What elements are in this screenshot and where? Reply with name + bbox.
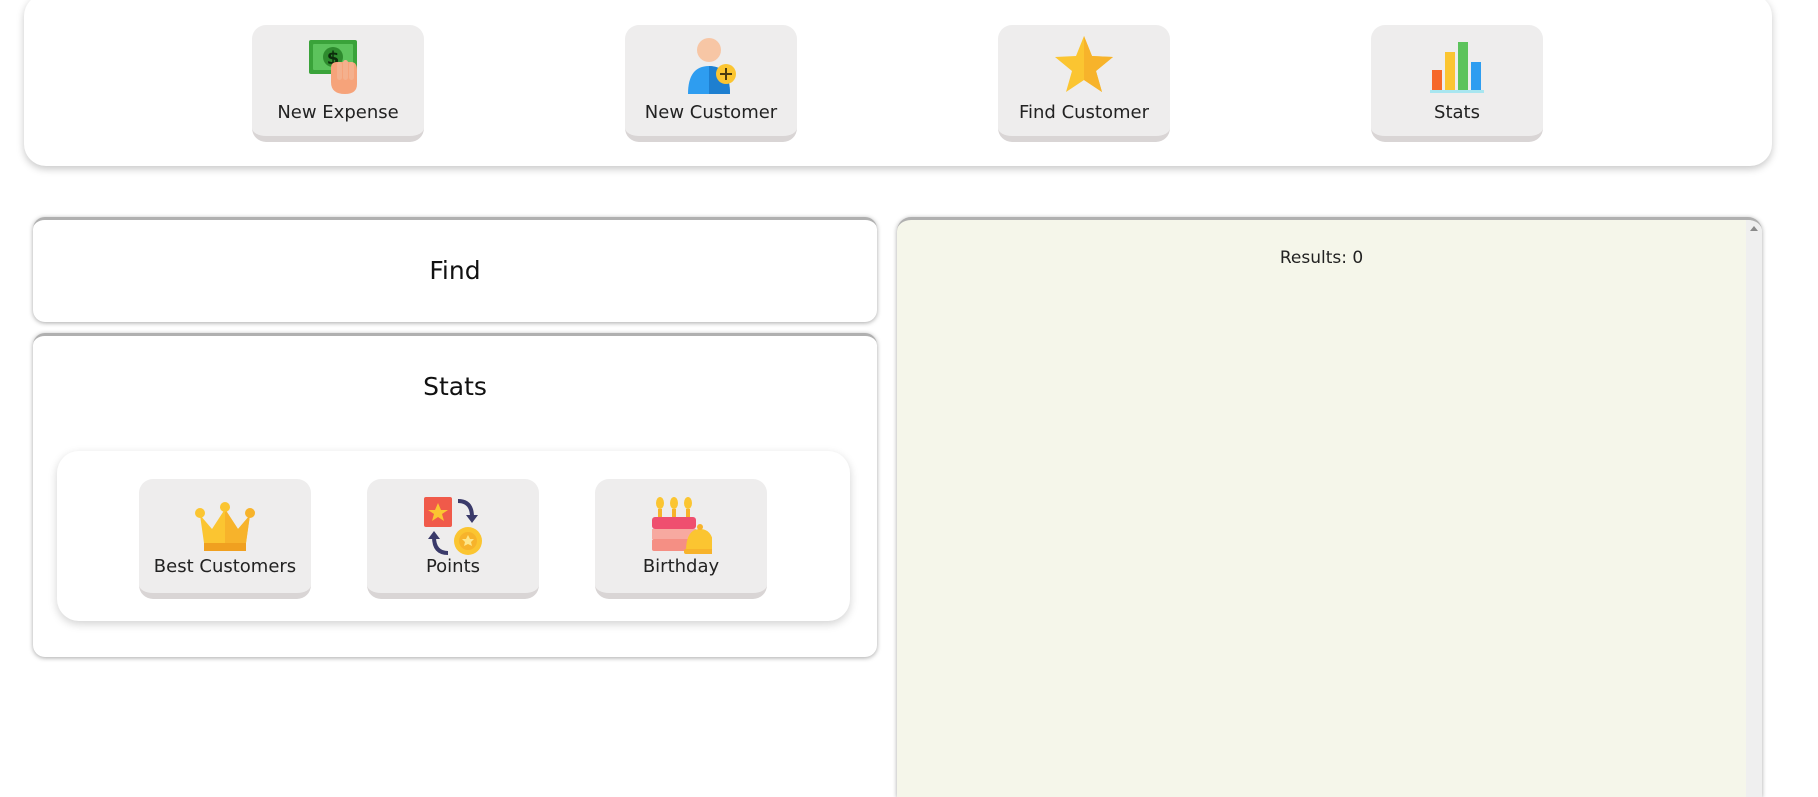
- birthday-button[interactable]: Birthday: [595, 479, 767, 599]
- scroll-up-arrow-icon[interactable]: [1750, 226, 1758, 231]
- points-label: Points: [425, 556, 481, 577]
- find-panel-title: Find: [429, 256, 481, 285]
- new-customer-label: New Customer: [644, 102, 778, 123]
- stats-button-group: Best Customers Points Birthday: [57, 451, 850, 621]
- bar-chart-icon: [1430, 42, 1484, 93]
- results-scrollbar[interactable]: [1746, 220, 1762, 797]
- stats-label: Stats: [1434, 102, 1480, 123]
- stats-panel-title: Stats: [423, 372, 487, 401]
- find-customer-label: Find Customer: [1018, 102, 1150, 123]
- results-count: Results: 0: [1279, 248, 1364, 268]
- best-customers-label: Best Customers: [153, 556, 297, 577]
- best-customers-button[interactable]: Best Customers: [139, 479, 311, 599]
- find-customer-button[interactable]: Find Customer: [998, 25, 1170, 142]
- find-panel: Find: [33, 217, 877, 322]
- money-hand-icon: $: [309, 40, 357, 94]
- stats-panel: Stats Best Customers Points Birthday: [33, 333, 877, 657]
- star-icon: [1055, 36, 1113, 92]
- new-expense-button[interactable]: $ New Expense: [252, 25, 424, 142]
- add-user-icon: [688, 38, 736, 94]
- new-expense-label: New Expense: [277, 102, 399, 123]
- points-button[interactable]: Points: [367, 479, 539, 599]
- crown-icon: [195, 502, 255, 551]
- stats-button[interactable]: Stats: [1371, 25, 1543, 142]
- birthday-label: Birthday: [642, 556, 720, 577]
- birthday-cake-bell-icon: [652, 497, 712, 554]
- new-customer-button[interactable]: New Customer: [625, 25, 797, 142]
- top-toolbar: $ New Expense New Customer Find Customer: [24, 0, 1772, 166]
- results-panel: Results: 0: [897, 217, 1762, 797]
- points-exchange-icon: [424, 497, 482, 555]
